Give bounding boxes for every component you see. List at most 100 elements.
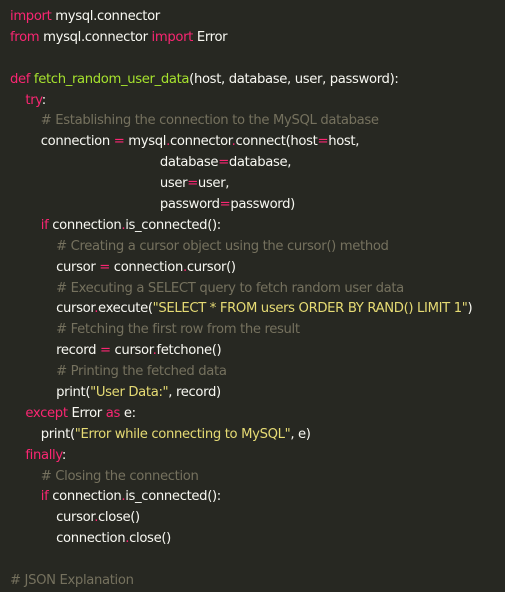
code-line: # Executing a SELECT query to fetch rand…	[10, 279, 505, 300]
code-token: , e)	[290, 426, 311, 442]
code-line: cursor.execute("SELECT * FROM users ORDE…	[10, 299, 505, 320]
code-line: connection = mysql.connector.connect(hos…	[10, 132, 505, 153]
code-token: connect(host	[235, 134, 318, 150]
code-token: database,	[228, 155, 292, 171]
code-token: connection	[10, 134, 114, 150]
code-token: cursor	[10, 301, 95, 317]
code-token: (host, database, user, password):	[189, 71, 399, 87]
comment-token: # JSON Explanation	[10, 573, 134, 589]
code-line: # JSON Explanation	[10, 571, 505, 592]
code-token: connector	[169, 134, 232, 150]
code-line: try:	[10, 91, 505, 112]
keyword-token: def	[10, 71, 31, 87]
code-line: print("Error while connecting to MySQL",…	[10, 425, 505, 446]
code-token: is_connected():	[125, 217, 221, 233]
keyword-token: except	[25, 405, 68, 421]
code-token: connection	[10, 531, 126, 547]
code-line: # Creating a cursor object using the cur…	[10, 237, 505, 258]
code-editor[interactable]: import mysql.connector from mysql.connect…	[10, 7, 505, 592]
comment-token: # Creating a cursor object using the cur…	[56, 238, 389, 254]
code-token: record	[10, 343, 100, 359]
keyword-token: =	[218, 155, 229, 171]
code-line: record = cursor.fetchone()	[10, 341, 505, 362]
code-token: , record)	[168, 385, 221, 401]
code-line: cursor = connection.cursor()	[10, 258, 505, 279]
keyword-token: import	[10, 9, 52, 24]
keyword-token: if	[40, 489, 49, 505]
code-line: def fetch_random_user_data(host, databas…	[10, 70, 505, 91]
code-token: fetchone()	[156, 343, 222, 359]
code-token: close()	[129, 531, 171, 547]
code-line: user=user,	[10, 174, 505, 195]
keyword-token: import	[151, 29, 194, 45]
comment-token: # Establishing the connection to the MyS…	[40, 113, 379, 129]
keyword-token: from	[10, 29, 40, 45]
code-token: cursor	[10, 510, 95, 526]
code-token: mysql.connector	[51, 9, 160, 24]
code-token: password)	[230, 197, 295, 213]
code-line: # Fetching the first row from the result	[10, 320, 505, 341]
code-line: if connection.is_connected():	[10, 216, 505, 237]
code-token: user,	[197, 176, 230, 192]
code-line: database=database,	[10, 153, 505, 174]
keyword-token: =	[219, 197, 231, 213]
code-line: # Establishing the connection to the MyS…	[10, 111, 505, 132]
code-line: print("User Data:", record)	[10, 383, 505, 404]
keyword-token: =	[187, 176, 198, 192]
code-line: except Error as e:	[10, 404, 505, 425]
code-line: import mysql.connector	[10, 7, 505, 28]
function-name-token: fetch_random_user_data	[33, 71, 190, 87]
code-line: # Printing the fetched data	[10, 362, 505, 383]
keyword-token: as	[105, 405, 121, 421]
code-token: connection	[48, 489, 122, 505]
code-token: )	[467, 301, 473, 317]
code-token: connection	[109, 259, 184, 275]
code-token: :	[41, 92, 46, 108]
comment-token: # Fetching the first row from the result	[56, 322, 300, 338]
keyword-token: =	[99, 343, 111, 359]
code-token: print(	[10, 385, 91, 401]
code-line: from mysql.connector import Error	[10, 28, 505, 49]
code-token: close()	[98, 510, 140, 526]
code-line: password=password)	[10, 195, 505, 216]
comment-token: # Closing the connection	[40, 468, 199, 484]
comment-token: # Printing the fetched data	[56, 364, 227, 380]
code-token: cursor()	[186, 259, 236, 275]
string-token: "SELECT * FROM users ORDER BY RAND() LIM…	[152, 301, 468, 317]
comment-token: # Executing a SELECT query to fetch rand…	[56, 280, 404, 296]
code-token: mysql.connector	[39, 29, 152, 45]
code-token: Error	[67, 405, 106, 421]
code-token: mysql	[124, 134, 167, 150]
code-line: connection.close()	[10, 529, 505, 550]
code-token: user	[10, 176, 188, 192]
string-token: "Error while connecting to MySQL"	[74, 426, 291, 442]
code-line: finally:	[10, 446, 505, 467]
keyword-token: finally	[25, 447, 62, 463]
code-token: print(	[10, 426, 75, 442]
code-token: database	[10, 155, 219, 171]
code-token: connection	[48, 217, 122, 233]
code-token: host,	[328, 134, 360, 150]
code-line: cursor.close()	[10, 508, 505, 529]
code-token: Error	[193, 29, 228, 45]
string-token: "User Data:"	[90, 385, 169, 401]
keyword-token: =	[99, 259, 110, 275]
code-token: is_connected():	[125, 489, 221, 505]
code-token: cursor	[110, 343, 153, 359]
keyword-token: =	[317, 134, 329, 150]
code-token: :	[61, 447, 66, 463]
code-token: cursor	[10, 259, 100, 275]
